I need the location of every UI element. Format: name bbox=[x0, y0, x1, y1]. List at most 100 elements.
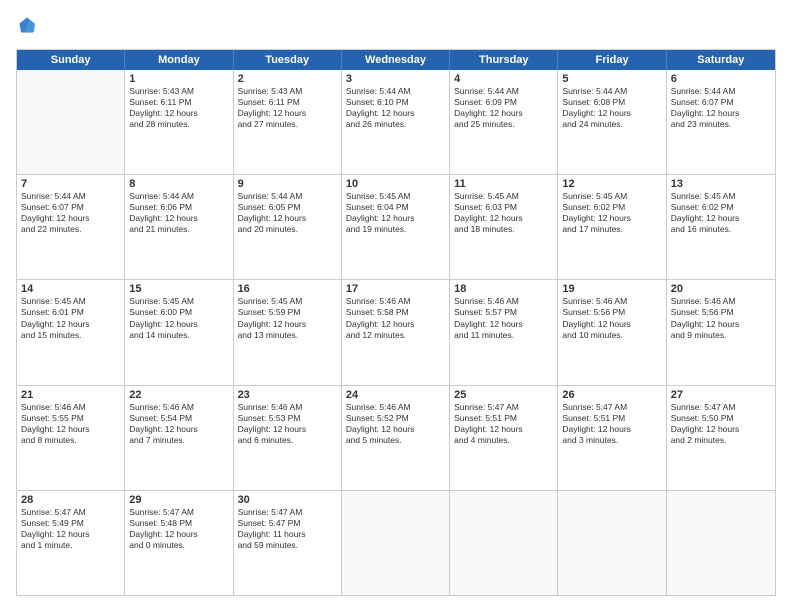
day-info: Sunrise: 5:45 AM Sunset: 6:04 PM Dayligh… bbox=[346, 191, 445, 235]
day-info: Sunrise: 5:44 AM Sunset: 6:05 PM Dayligh… bbox=[238, 191, 337, 235]
day-number: 20 bbox=[671, 283, 771, 295]
day-number: 26 bbox=[562, 389, 661, 401]
calendar-body: 1 Sunrise: 5:43 AM Sunset: 6:11 PM Daylig… bbox=[17, 70, 775, 595]
day-number: 16 bbox=[238, 283, 337, 295]
calendar-cell: 15Sunrise: 5:45 AM Sunset: 6:00 PM Dayli… bbox=[125, 280, 233, 384]
day-info: Sunrise: 5:47 AM Sunset: 5:51 PM Dayligh… bbox=[562, 402, 661, 446]
day-number: 3 bbox=[346, 73, 445, 85]
day-number: 2 bbox=[238, 73, 337, 85]
day-number: 4 bbox=[454, 73, 553, 85]
calendar-cell: 19Sunrise: 5:46 AM Sunset: 5:56 PM Dayli… bbox=[558, 280, 666, 384]
day-number: 30 bbox=[238, 494, 337, 506]
day-number: 23 bbox=[238, 389, 337, 401]
day-info: Sunrise: 5:44 AM Sunset: 6:06 PM Dayligh… bbox=[129, 191, 228, 235]
day-info: Sunrise: 5:47 AM Sunset: 5:47 PM Dayligh… bbox=[238, 507, 337, 551]
day-info: Sunrise: 5:46 AM Sunset: 5:57 PM Dayligh… bbox=[454, 296, 553, 340]
calendar-cell: 14Sunrise: 5:45 AM Sunset: 6:01 PM Dayli… bbox=[17, 280, 125, 384]
weekday-header: Friday bbox=[558, 50, 666, 70]
calendar-cell: 3Sunrise: 5:44 AM Sunset: 6:10 PM Daylig… bbox=[342, 70, 450, 174]
day-info: Sunrise: 5:45 AM Sunset: 6:01 PM Dayligh… bbox=[21, 296, 120, 340]
day-number: 9 bbox=[238, 178, 337, 190]
calendar-cell: 5Sunrise: 5:44 AM Sunset: 6:08 PM Daylig… bbox=[558, 70, 666, 174]
calendar-cell: 28Sunrise: 5:47 AM Sunset: 5:49 PM Dayli… bbox=[17, 491, 125, 595]
calendar-cell bbox=[342, 491, 450, 595]
calendar-cell: 21Sunrise: 5:46 AM Sunset: 5:55 PM Dayli… bbox=[17, 386, 125, 490]
calendar-cell: 4Sunrise: 5:44 AM Sunset: 6:09 PM Daylig… bbox=[450, 70, 558, 174]
weekday-header: Saturday bbox=[667, 50, 775, 70]
weekday-header: Tuesday bbox=[234, 50, 342, 70]
day-number: 1 bbox=[129, 73, 228, 85]
day-info: Sunrise: 5:47 AM Sunset: 5:48 PM Dayligh… bbox=[129, 507, 228, 551]
day-number: 28 bbox=[21, 494, 120, 506]
weekday-header: Thursday bbox=[450, 50, 558, 70]
day-number: 12 bbox=[562, 178, 661, 190]
calendar-cell: 22Sunrise: 5:46 AM Sunset: 5:54 PM Dayli… bbox=[125, 386, 233, 490]
day-number: 5 bbox=[562, 73, 661, 85]
day-info: Sunrise: 5:44 AM Sunset: 6:07 PM Dayligh… bbox=[21, 191, 120, 235]
day-info: Sunrise: 5:45 AM Sunset: 6:00 PM Dayligh… bbox=[129, 296, 228, 340]
day-number: 6 bbox=[671, 73, 771, 85]
calendar-cell: 10Sunrise: 5:45 AM Sunset: 6:04 PM Dayli… bbox=[342, 175, 450, 279]
weekday-header: Monday bbox=[125, 50, 233, 70]
day-info: Sunrise: 5:46 AM Sunset: 5:53 PM Dayligh… bbox=[238, 402, 337, 446]
day-number: 21 bbox=[21, 389, 120, 401]
calendar-cell: 17Sunrise: 5:46 AM Sunset: 5:58 PM Dayli… bbox=[342, 280, 450, 384]
day-info: Sunrise: 5:45 AM Sunset: 6:03 PM Dayligh… bbox=[454, 191, 553, 235]
day-info: Sunrise: 5:46 AM Sunset: 5:54 PM Dayligh… bbox=[129, 402, 228, 446]
day-number: 29 bbox=[129, 494, 228, 506]
calendar-cell: 25Sunrise: 5:47 AM Sunset: 5:51 PM Dayli… bbox=[450, 386, 558, 490]
day-number: 25 bbox=[454, 389, 553, 401]
day-info: Sunrise: 5:43 AM Sunset: 6:11 PM Dayligh… bbox=[238, 86, 337, 130]
day-info: Sunrise: 5:45 AM Sunset: 5:59 PM Dayligh… bbox=[238, 296, 337, 340]
day-info: Sunrise: 5:46 AM Sunset: 5:52 PM Dayligh… bbox=[346, 402, 445, 446]
calendar-cell: 18Sunrise: 5:46 AM Sunset: 5:57 PM Dayli… bbox=[450, 280, 558, 384]
logo bbox=[16, 16, 40, 39]
day-info: Sunrise: 5:44 AM Sunset: 6:08 PM Dayligh… bbox=[562, 86, 661, 130]
calendar-cell bbox=[558, 491, 666, 595]
weekday-header: Wednesday bbox=[342, 50, 450, 70]
calendar-row: 14Sunrise: 5:45 AM Sunset: 6:01 PM Dayli… bbox=[17, 280, 775, 385]
logo-icon bbox=[18, 16, 36, 34]
day-number: 7 bbox=[21, 178, 120, 190]
day-number: 10 bbox=[346, 178, 445, 190]
day-number: 8 bbox=[129, 178, 228, 190]
calendar-cell bbox=[667, 491, 775, 595]
day-info: Sunrise: 5:44 AM Sunset: 6:10 PM Dayligh… bbox=[346, 86, 445, 130]
calendar-cell: 29Sunrise: 5:47 AM Sunset: 5:48 PM Dayli… bbox=[125, 491, 233, 595]
day-number: 19 bbox=[562, 283, 661, 295]
calendar-cell: 8Sunrise: 5:44 AM Sunset: 6:06 PM Daylig… bbox=[125, 175, 233, 279]
day-number: 14 bbox=[21, 283, 120, 295]
calendar-cell: 24Sunrise: 5:46 AM Sunset: 5:52 PM Dayli… bbox=[342, 386, 450, 490]
calendar-cell: 26Sunrise: 5:47 AM Sunset: 5:51 PM Dayli… bbox=[558, 386, 666, 490]
day-info: Sunrise: 5:47 AM Sunset: 5:51 PM Dayligh… bbox=[454, 402, 553, 446]
day-info: Sunrise: 5:46 AM Sunset: 5:58 PM Dayligh… bbox=[346, 296, 445, 340]
day-number: 11 bbox=[454, 178, 553, 190]
calendar-cell: 9Sunrise: 5:44 AM Sunset: 6:05 PM Daylig… bbox=[234, 175, 342, 279]
day-info: Sunrise: 5:45 AM Sunset: 6:02 PM Dayligh… bbox=[671, 191, 771, 235]
page: SundayMondayTuesdayWednesdayThursdayFrid… bbox=[0, 0, 792, 612]
day-info: Sunrise: 5:44 AM Sunset: 6:09 PM Dayligh… bbox=[454, 86, 553, 130]
calendar-cell: 7Sunrise: 5:44 AM Sunset: 6:07 PM Daylig… bbox=[17, 175, 125, 279]
calendar-row: 7Sunrise: 5:44 AM Sunset: 6:07 PM Daylig… bbox=[17, 175, 775, 280]
calendar-cell: 27Sunrise: 5:47 AM Sunset: 5:50 PM Dayli… bbox=[667, 386, 775, 490]
day-info: Sunrise: 5:46 AM Sunset: 5:56 PM Dayligh… bbox=[562, 296, 661, 340]
calendar-cell: 30Sunrise: 5:47 AM Sunset: 5:47 PM Dayli… bbox=[234, 491, 342, 595]
calendar-row: 1 Sunrise: 5:43 AM Sunset: 6:11 PM Daylig… bbox=[17, 70, 775, 175]
calendar-header: SundayMondayTuesdayWednesdayThursdayFrid… bbox=[17, 50, 775, 70]
calendar-cell: 16Sunrise: 5:45 AM Sunset: 5:59 PM Dayli… bbox=[234, 280, 342, 384]
calendar-cell bbox=[17, 70, 125, 174]
day-info: Sunrise: 5:46 AM Sunset: 5:55 PM Dayligh… bbox=[21, 402, 120, 446]
day-info: Sunrise: 5:46 AM Sunset: 5:56 PM Dayligh… bbox=[671, 296, 771, 340]
day-number: 22 bbox=[129, 389, 228, 401]
calendar-cell: 11Sunrise: 5:45 AM Sunset: 6:03 PM Dayli… bbox=[450, 175, 558, 279]
calendar-cell: 2Sunrise: 5:43 AM Sunset: 6:11 PM Daylig… bbox=[234, 70, 342, 174]
day-number: 15 bbox=[129, 283, 228, 295]
calendar: SundayMondayTuesdayWednesdayThursdayFrid… bbox=[16, 49, 776, 596]
day-number: 27 bbox=[671, 389, 771, 401]
calendar-cell: 12Sunrise: 5:45 AM Sunset: 6:02 PM Dayli… bbox=[558, 175, 666, 279]
calendar-cell: 13Sunrise: 5:45 AM Sunset: 6:02 PM Dayli… bbox=[667, 175, 775, 279]
calendar-cell: 1Sunrise: 5:43 AM Sunset: 6:11 PM Daylig… bbox=[125, 70, 233, 174]
calendar-cell bbox=[450, 491, 558, 595]
day-info: Sunrise: 5:47 AM Sunset: 5:49 PM Dayligh… bbox=[21, 507, 120, 551]
day-number: 18 bbox=[454, 283, 553, 295]
